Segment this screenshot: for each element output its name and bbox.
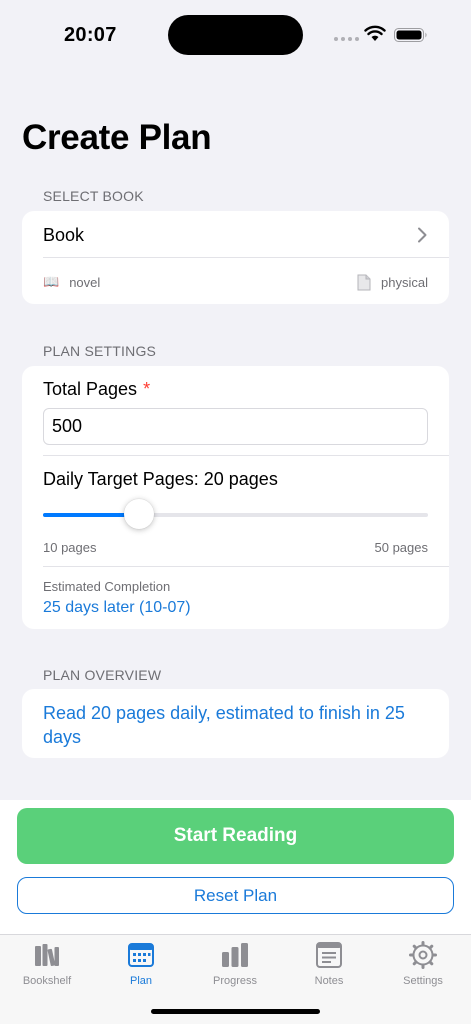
start-reading-button[interactable]: Start Reading: [17, 808, 454, 864]
status-bar: 20:07: [0, 0, 471, 70]
plan-settings-section-label: PLAN SETTINGS: [43, 343, 157, 359]
daily-target-slider[interactable]: [43, 499, 428, 529]
calendar-icon: [128, 943, 154, 967]
plan-overview-card: Read 20 pages daily, estimated to finish…: [22, 689, 449, 758]
slider-min-label: 10 pages: [43, 540, 97, 555]
tab-label: Progress: [212, 975, 258, 987]
signal-dots-icon: [334, 37, 359, 41]
tab-label: Bookshelf: [22, 975, 72, 987]
book-genre: 📖 novel: [43, 274, 100, 290]
wifi-icon: [364, 25, 386, 41]
action-area: Start Reading Reset Plan: [0, 800, 471, 934]
tab-progress[interactable]: Progress: [195, 941, 275, 987]
estimated-completion-label: Estimated Completion: [43, 579, 171, 594]
tab-label: Plan: [129, 975, 153, 987]
status-time: 20:07: [64, 24, 117, 46]
tab-bookshelf[interactable]: Bookshelf: [7, 941, 87, 987]
estimated-completion-value: 25 days later (10-07): [43, 599, 191, 616]
select-book-section-label: SELECT BOOK: [43, 188, 144, 204]
tab-settings[interactable]: Settings: [383, 941, 463, 987]
plan-overview-text: Read 20 pages daily, estimated to finish…: [43, 703, 405, 747]
daily-target-label: Daily Target Pages: 20 pages: [43, 469, 278, 489]
slider-thumb[interactable]: [124, 499, 155, 529]
books-icon: [35, 944, 59, 967]
gear-icon: [409, 941, 437, 969]
book-format: physical: [357, 274, 428, 291]
required-marker: *: [143, 379, 151, 399]
divider: [43, 455, 449, 456]
slider-max-label: 50 pages: [374, 540, 429, 555]
book-label: Book: [43, 225, 85, 245]
divider: [43, 257, 449, 258]
plan-overview-section-label: PLAN OVERVIEW: [43, 667, 162, 683]
book-format-label: physical: [381, 275, 428, 290]
select-book-card: Book 📖 novel physical: [22, 211, 449, 304]
tab-plan[interactable]: Plan: [101, 941, 181, 987]
tab-notes[interactable]: Notes: [289, 941, 369, 987]
tab-label: Settings: [403, 975, 443, 987]
tab-label: Notes: [314, 975, 344, 987]
battery-icon: [394, 28, 427, 42]
total-pages-input[interactable]: [43, 408, 428, 445]
home-indicator: [151, 1009, 320, 1014]
open-book-icon: 📖: [43, 274, 60, 289]
reset-plan-button[interactable]: Reset Plan: [17, 877, 454, 914]
total-pages-label: Total Pages *: [43, 379, 150, 400]
dynamic-island: [168, 15, 303, 55]
divider: [43, 566, 449, 567]
chevron-right-icon: [418, 227, 427, 243]
book-selector-row[interactable]: Book: [22, 211, 449, 257]
total-pages-label-text: Total Pages: [43, 379, 138, 399]
page-title: Create Plan: [22, 118, 212, 157]
book-genre-label: novel: [69, 274, 101, 290]
bar-chart-icon: [222, 943, 248, 967]
notes-icon: [316, 942, 342, 968]
document-icon: [357, 274, 371, 291]
plan-settings-card: Total Pages* Daily Target Pages: 20 page…: [22, 366, 449, 629]
